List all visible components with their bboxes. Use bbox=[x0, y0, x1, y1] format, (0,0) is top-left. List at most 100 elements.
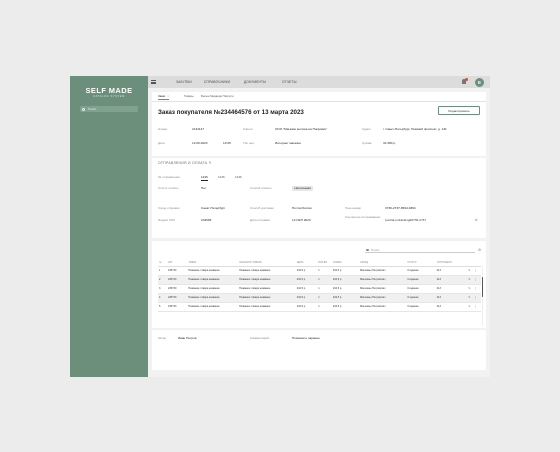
table-cell: 1 bbox=[317, 302, 332, 312]
table-cell: 234,5 р. bbox=[295, 293, 318, 303]
table-cell: Название товара название bbox=[187, 275, 239, 285]
row-actions[interactable]: ✎ ⋮ bbox=[467, 293, 481, 303]
table-cell: 1 bbox=[317, 284, 332, 294]
tab-extra[interactable]: Белые Медведи Патрули bbox=[201, 94, 234, 98]
footer-card: Автор Иван Петров Комментарий Позвоните … bbox=[152, 330, 486, 370]
shipment-tab-2[interactable]: 1236 bbox=[218, 175, 225, 179]
tracking-link[interactable]: pochta.ru/tracking#3736-2737 bbox=[385, 218, 426, 222]
avatar[interactable]: E bbox=[475, 77, 484, 87]
author-label: Автор bbox=[158, 336, 167, 340]
app-logo: SELF MADE bbox=[85, 86, 133, 95]
payment-method-label: Способ оплаты bbox=[250, 186, 272, 190]
table-search-input[interactable]: Поиск bbox=[365, 247, 475, 253]
table-row[interactable]: 2 235730 Название товара название Название … bbox=[158, 275, 481, 285]
table-cell: 235730 bbox=[167, 275, 188, 285]
table-cell: 213 bbox=[435, 302, 468, 312]
menu-icon[interactable] bbox=[151, 80, 156, 84]
table-cell: 234,5 р. bbox=[331, 302, 359, 312]
payment-method-chip[interactable]: Наличными bbox=[292, 185, 314, 192]
table-cell: Название товара название bbox=[238, 275, 296, 285]
table-cell: Название товара название bbox=[187, 266, 239, 276]
table-cell: 2 bbox=[158, 275, 168, 285]
postal-code-label: Индекс СПб bbox=[158, 218, 175, 222]
sum-value: 34 380 р. bbox=[383, 141, 396, 145]
table-row[interactable]: 4 235730 Название товара название Название … bbox=[158, 293, 481, 303]
nav-item-purchases[interactable]: Закупки bbox=[176, 80, 192, 84]
sidebar: SELF MADE CATALOG SYSTEM Поиск bbox=[70, 76, 148, 377]
client-value: ООО "Магазин молока на Покровке" bbox=[275, 127, 328, 131]
comment-value: Позвоните заранее bbox=[292, 336, 320, 340]
table-cell: Название товара название bbox=[187, 284, 239, 294]
table-cell: Создание bbox=[406, 293, 436, 303]
shipment-title-text: Отправления и оплата bbox=[158, 161, 208, 165]
track-label: Трек-номер bbox=[345, 206, 362, 210]
payment-status-label: Статус оплаты bbox=[158, 186, 179, 190]
table-cell: 234,5 р. bbox=[295, 302, 318, 312]
row-actions[interactable]: ✎ ⋮ bbox=[467, 266, 481, 276]
app-logo-subtitle: CATALOG SYSTEM bbox=[93, 95, 125, 98]
table-cell: Создание bbox=[406, 275, 436, 285]
sidebar-search-input[interactable]: Поиск bbox=[80, 106, 138, 112]
tab-order[interactable]: Заказ × bbox=[158, 94, 169, 100]
table-row[interactable]: 3 235730 Название товара название Название … bbox=[158, 284, 481, 294]
notification-badge bbox=[465, 78, 468, 81]
payment-status-value: Нет bbox=[201, 186, 207, 190]
table-cell: 4 bbox=[158, 293, 168, 303]
table-cell: 3 bbox=[158, 284, 168, 294]
delivery-method-label: Способ доставки bbox=[250, 206, 274, 210]
table-cell: 234,5 р. bbox=[331, 266, 359, 276]
city-from-value: Санкт-Петербург bbox=[201, 206, 226, 210]
table-cell: Создание bbox=[406, 266, 436, 276]
tracking-link-label: Ссылка на отслеживание bbox=[345, 215, 381, 219]
track-value: 3736-2737-6594-9394 bbox=[385, 206, 416, 210]
edit-icon[interactable]: ✎ bbox=[209, 161, 212, 165]
edit-button[interactable]: Редактировать bbox=[438, 106, 480, 115]
row-actions[interactable]: ✎ ⋮ bbox=[467, 284, 481, 294]
nav-item-references[interactable]: Справочники bbox=[204, 80, 230, 84]
table-cell: 235730 bbox=[167, 266, 188, 276]
address-label: Адрес bbox=[362, 127, 371, 131]
gear-icon[interactable]: ⚙ bbox=[478, 248, 481, 252]
table-cell: Магазины Петровских bbox=[358, 266, 407, 276]
nav-item-reports[interactable]: Отчеты bbox=[282, 80, 297, 84]
table-cell: Создание bbox=[406, 302, 436, 312]
tab-goods[interactable]: Товары bbox=[184, 94, 194, 98]
table-cell: 213 bbox=[435, 293, 468, 303]
channel-value: Интернет магазин bbox=[275, 141, 301, 145]
time-value: 10:45 bbox=[223, 141, 231, 145]
table-cell: Название товара название bbox=[187, 302, 239, 312]
shipment-section-title: Отправления и оплата ✎ bbox=[158, 161, 212, 165]
address-value: г. Санкт-Петербург, Невский проспект, д.… bbox=[383, 127, 447, 131]
table-row[interactable]: 5 235730 Название товара название Название … bbox=[158, 302, 481, 312]
table-cell: Магазины Петровских bbox=[358, 302, 407, 312]
shipment-tab-1[interactable]: 1236 bbox=[201, 175, 208, 181]
table-cell: 235730 bbox=[167, 293, 188, 303]
sidebar-search-placeholder: Поиск bbox=[88, 107, 97, 111]
nav-item-documents[interactable]: Документы bbox=[244, 80, 266, 84]
table-cell: Название товара название bbox=[238, 302, 296, 312]
number-label: Номер bbox=[158, 127, 168, 131]
close-icon[interactable]: × bbox=[167, 95, 168, 98]
row-actions[interactable]: ✎ ⋮ bbox=[467, 302, 481, 312]
table-scrollbar-thumb[interactable] bbox=[482, 277, 484, 297]
table-row[interactable]: 1 235730 Название товара название Название … bbox=[158, 266, 481, 276]
table-cell: 5 bbox=[158, 302, 168, 312]
items-table: № Арт Товар Заказано товара Цена Кол-во Сумма С… bbox=[158, 260, 481, 312]
table-cell: 213 bbox=[435, 275, 468, 285]
items-card: Поиск ⚙ № Арт Товар Заказано товара Цена Кол-… bbox=[152, 241, 486, 328]
table-cell: 1 bbox=[158, 266, 168, 276]
delivery-method-value: Почта России bbox=[292, 206, 312, 210]
channel-label: Тип цен bbox=[243, 141, 254, 145]
tabs-divider bbox=[152, 101, 486, 102]
table-cell: Магазины Петровских bbox=[358, 293, 407, 303]
author-value: Иван Петров bbox=[178, 336, 197, 340]
table-cell: Название товара название bbox=[187, 293, 239, 303]
row-actions[interactable]: ✎ ⋮ bbox=[467, 275, 481, 285]
table-cell: Название товара название bbox=[238, 284, 296, 294]
app-window: SELF MADE CATALOG SYSTEM Поиск Закупки С… bbox=[70, 76, 490, 377]
shipment-tab-3[interactable]: 1236 bbox=[235, 175, 242, 179]
table-cell: 213 bbox=[435, 266, 468, 276]
table-cell: 234,5 р. bbox=[295, 284, 318, 294]
copy-icon[interactable]: ⧉ bbox=[475, 218, 477, 222]
date-label: Дата bbox=[158, 141, 165, 145]
